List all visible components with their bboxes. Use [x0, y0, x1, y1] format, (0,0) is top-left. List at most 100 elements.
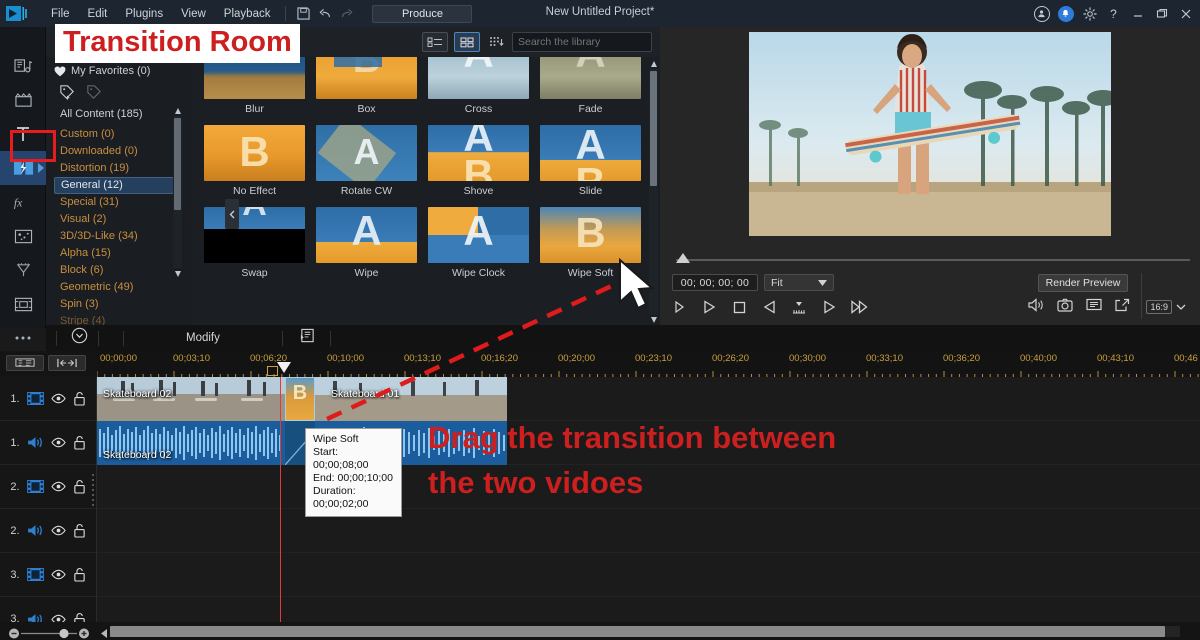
bell-icon[interactable] [1057, 5, 1074, 22]
speaker-icon[interactable] [1028, 298, 1044, 317]
account-circle-icon[interactable] [1033, 5, 1050, 22]
track-header-video-3[interactable]: 3. [0, 553, 96, 597]
category-item-downloaded[interactable]: Downloaded (0) [54, 143, 191, 160]
menu-view[interactable]: View [172, 5, 215, 23]
transition-item-slide[interactable]: A B Slide [535, 125, 646, 197]
track-manager-button[interactable] [6, 354, 44, 371]
list-view-icon[interactable] [422, 32, 448, 52]
track-row-audio-2[interactable] [97, 509, 1200, 553]
next-frame-icon[interactable] [820, 298, 838, 316]
help-button[interactable]: ? [1105, 5, 1122, 22]
category-item-geometric[interactable]: Geometric (49) [54, 279, 191, 296]
tag-plus-icon[interactable] [58, 83, 77, 102]
timeline-hscrollbar[interactable] [110, 626, 1180, 637]
menu-playback[interactable]: Playback [215, 5, 280, 23]
prev-frame-icon[interactable] [760, 298, 778, 316]
unlock-icon[interactable] [73, 523, 86, 538]
aspect-ratio-control[interactable]: 16:9 [1146, 300, 1186, 314]
transition-item-swap[interactable]: A Swap [199, 207, 310, 279]
undo-arrow-icon[interactable] [314, 4, 336, 24]
track-row-video-3[interactable] [97, 553, 1200, 597]
playhead-handle[interactable] [277, 362, 291, 373]
eye-icon[interactable] [50, 481, 66, 492]
range-marker-button[interactable] [48, 354, 86, 371]
sidebar-item-subtitle-room[interactable] [0, 253, 46, 287]
transition-item-no-effect[interactable]: B No Effect [199, 125, 310, 197]
eye-icon[interactable] [50, 525, 66, 536]
render-preview-button[interactable]: Render Preview [1038, 274, 1128, 292]
transition-item-rotate-cw[interactable]: A Rotate CW [311, 125, 422, 197]
produce-button[interactable]: Produce [372, 4, 473, 23]
camera-icon[interactable] [1057, 298, 1073, 317]
timeline-clip-skateboard-02[interactable]: Skateboard 02 [97, 377, 285, 421]
modify-label[interactable]: Modify [186, 332, 220, 344]
play-icon[interactable] [700, 298, 718, 316]
library-collapse-button[interactable] [225, 199, 239, 229]
fast-forward-icon[interactable] [850, 298, 868, 316]
fit-dropdown[interactable]: Fit [764, 274, 834, 291]
sidebar-item-fx-room[interactable]: fx [0, 185, 46, 219]
sidebar-item-chapter-room[interactable] [0, 287, 46, 321]
category-item-alpha[interactable]: Alpha (15) [54, 245, 191, 262]
record-button[interactable] [670, 298, 688, 316]
close-button[interactable] [1177, 5, 1194, 22]
category-item-special[interactable]: Special (31) [54, 194, 191, 211]
search-box[interactable] [512, 32, 653, 52]
category-item-block[interactable]: Block (6) [54, 262, 191, 279]
eye-icon[interactable] [50, 437, 66, 448]
stop-icon[interactable] [730, 298, 748, 316]
transition-item-shove[interactable]: A B Shove [423, 125, 534, 197]
video-track-icon[interactable] [26, 392, 44, 405]
video-preview[interactable] [749, 32, 1111, 236]
popout-icon[interactable] [1115, 298, 1130, 317]
category-item-custom[interactable]: Custom (0) [54, 126, 191, 143]
display-icon[interactable] [1086, 298, 1102, 317]
scroll-left-icon[interactable] [100, 626, 108, 640]
category-scrollbar[interactable] [173, 105, 182, 280]
sidebar-item-more-rooms[interactable] [0, 321, 46, 355]
sort-download-icon[interactable] [486, 32, 506, 52]
track-header-video-1[interactable]: 1. [0, 377, 96, 421]
transition-item-box[interactable]: B Box [311, 57, 422, 115]
menu-file[interactable]: File [42, 5, 79, 23]
category-item-3d[interactable]: 3D/3D-Like (34) [54, 228, 191, 245]
audio-track-icon[interactable] [27, 436, 44, 449]
preview-timecode[interactable]: 00; 00; 00; 00 [672, 274, 758, 291]
unlock-icon[interactable] [73, 435, 86, 450]
scrub-handle[interactable] [676, 253, 690, 263]
minimize-button[interactable] [1129, 5, 1146, 22]
expand-panel-icon[interactable] [71, 327, 88, 349]
save-icon[interactable] [292, 4, 314, 24]
grid-view-icon[interactable] [454, 32, 480, 52]
category-item-distortion[interactable]: Distortion (19) [54, 160, 191, 177]
sidebar-item-effect-room[interactable] [0, 83, 46, 117]
search-input[interactable] [518, 36, 653, 48]
all-content-item[interactable]: All Content (185) [54, 106, 191, 123]
category-item-visual[interactable]: Visual (2) [54, 211, 191, 228]
track-header-audio-2[interactable]: 2. [0, 509, 96, 553]
video-track-icon[interactable] [26, 480, 44, 493]
audio-track-icon[interactable] [27, 524, 44, 537]
transition-item-fade[interactable]: A Fade [535, 57, 646, 115]
gear-icon[interactable] [1081, 5, 1098, 22]
sidebar-item-media-room[interactable] [0, 49, 46, 83]
track-header-video-2[interactable]: 2. [0, 465, 96, 509]
step-marker-icon[interactable] [790, 298, 808, 316]
eye-icon[interactable] [50, 393, 66, 404]
preview-scrubber[interactable] [668, 253, 1192, 267]
track-panel-resize-handle[interactable] [91, 473, 95, 507]
hscroll-thumb[interactable] [110, 626, 1165, 637]
transition-item-blur[interactable]: Blur [199, 57, 310, 115]
transition-item-cross[interactable]: A Cross [423, 57, 534, 115]
timeline-audio-clip-skateboard-02[interactable]: Skateboard 02 [97, 421, 285, 465]
menu-edit[interactable]: Edit [79, 5, 117, 23]
sidebar-item-particle-room[interactable] [0, 219, 46, 253]
unlock-icon[interactable] [73, 479, 86, 494]
track-header-audio-1[interactable]: 1. [0, 421, 96, 465]
category-item-general[interactable]: General (12) [54, 177, 174, 194]
unlock-icon[interactable] [73, 391, 86, 406]
eye-icon[interactable] [50, 569, 66, 580]
my-favorites-item[interactable]: My Favorites (0) [54, 62, 191, 80]
timeline-zoom-slider[interactable] [8, 626, 96, 639]
unlock-icon[interactable] [73, 567, 86, 582]
